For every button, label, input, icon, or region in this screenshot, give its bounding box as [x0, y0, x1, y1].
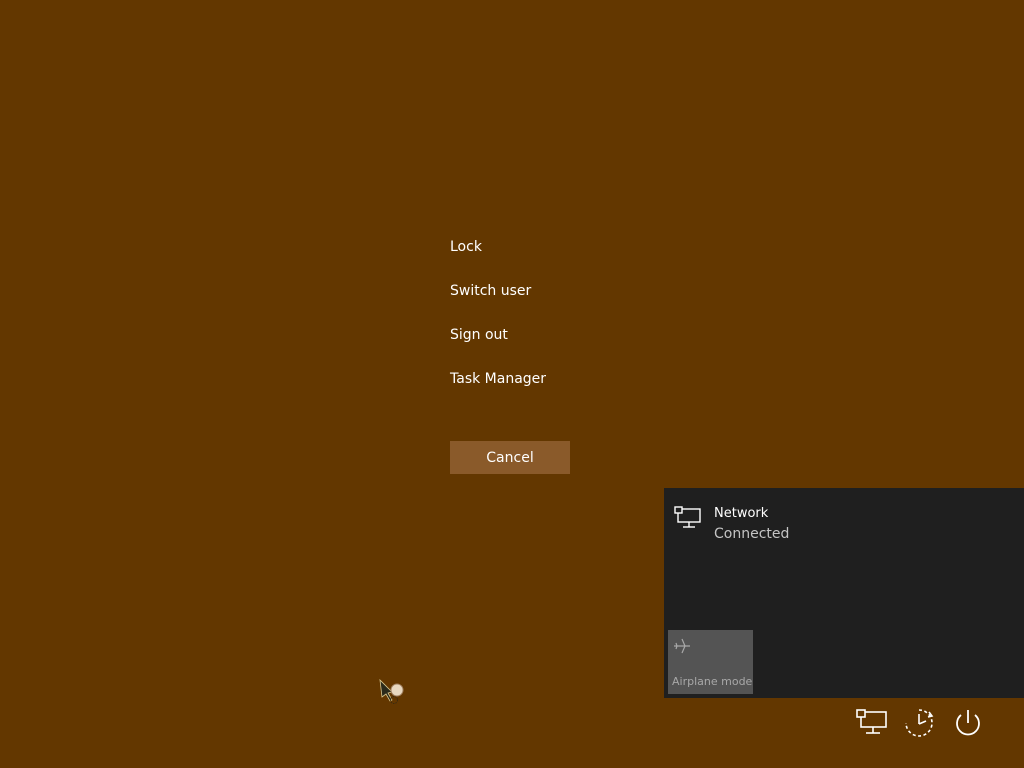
lock-option[interactable]: Lock [450, 236, 650, 258]
wired-network-icon [674, 506, 702, 530]
switch-user-option[interactable]: Switch user [450, 280, 650, 302]
security-options-menu: Lock Switch user Sign out Task Manager [450, 236, 650, 412]
airplane-mode-label: Airplane mode [672, 675, 753, 688]
busy-cursor-icon [378, 678, 410, 710]
cancel-button[interactable]: Cancel [450, 441, 570, 474]
network-name: Network [714, 506, 769, 521]
power-icon[interactable] [951, 706, 985, 740]
network-status: Connected [714, 526, 790, 542]
network-flyout: Network Connected Airplane mode [664, 488, 1024, 698]
task-manager-option[interactable]: Task Manager [450, 368, 650, 390]
network-icon[interactable] [855, 706, 889, 740]
sign-out-option[interactable]: Sign out [450, 324, 650, 346]
network-entry[interactable]: Network Connected [674, 504, 1014, 548]
ease-of-access-icon[interactable] [902, 706, 936, 740]
airplane-icon [672, 636, 692, 656]
airplane-mode-toggle[interactable]: Airplane mode [668, 630, 753, 694]
